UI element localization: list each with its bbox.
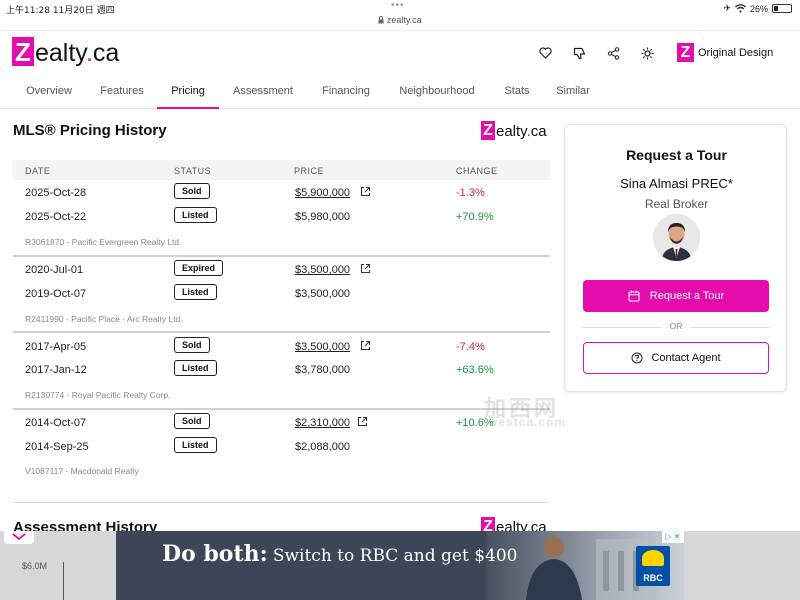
- tab-similar[interactable]: Similar: [547, 76, 599, 109]
- status-badge: Listed: [174, 284, 217, 300]
- ad-headline: Do both: Switch to RBC and get $400: [162, 541, 518, 567]
- table-row: 2017-Jan-12 Listed $3,780,000 +63.6%: [13, 360, 550, 382]
- watermark-url: westca.com: [488, 415, 567, 429]
- original-design-button[interactable]: Z Original Design: [677, 43, 773, 62]
- status-bar: 上午11:28 11月20日 週四 ••• zealty.ca ✈ 26%: [0, 0, 800, 30]
- table-row: 2014-Oct-07 Sold $2,310,000 +10.6%: [13, 413, 550, 435]
- wifi-icon: [735, 4, 746, 13]
- address-bar[interactable]: zealty.ca: [0, 15, 800, 25]
- share-icon[interactable]: [606, 46, 620, 60]
- status-badge: Sold: [174, 413, 210, 429]
- more-dots-icon[interactable]: •••: [391, 0, 405, 11]
- broker-note: R2130774 - Royal Pacific Realty Corp.: [25, 390, 171, 400]
- table-row: 2020-Jul-01 Expired $3,500,000: [13, 260, 550, 282]
- tour-card-title: Request a Tour: [626, 147, 727, 163]
- price-link[interactable]: $2,310,000: [295, 417, 350, 429]
- table-row: 2025-Oct-22 Listed $5,980,000 +70.9%: [13, 207, 550, 229]
- price-link[interactable]: $3,500,000: [295, 341, 350, 353]
- question-icon: [631, 352, 643, 364]
- col-change: CHANGE: [456, 166, 498, 176]
- pricing-history-title: MLS® Pricing History: [13, 122, 167, 139]
- airplane-icon: ✈: [723, 3, 731, 13]
- tab-financing[interactable]: Financing: [312, 76, 380, 109]
- assessment-axis-line: [63, 562, 64, 600]
- status-badge: Listed: [174, 360, 217, 376]
- lock-icon: [378, 16, 384, 24]
- status-badge: Sold: [174, 337, 210, 353]
- tab-assessment[interactable]: Assessment: [224, 76, 302, 109]
- zealty-logo[interactable]: Z ealty.ca: [12, 37, 119, 66]
- tab-neighbourhood[interactable]: Neighbourhood: [390, 76, 484, 109]
- col-status: STATUS: [174, 166, 212, 176]
- broker-note: V1087117 - Macdonald Realty: [25, 466, 139, 476]
- table-row: 2025-Oct-28 Sold $5,900,000 -1.3%: [13, 183, 550, 205]
- rbc-logo: RBC: [636, 546, 670, 586]
- site-header: Z ealty.ca Z Original Design: [0, 30, 800, 75]
- section-divider: [13, 502, 550, 503]
- chevron-down-icon[interactable]: [4, 531, 34, 544]
- external-link-icon[interactable]: [360, 263, 371, 274]
- agent-role: Real Broker: [644, 197, 709, 211]
- group-divider: [13, 255, 550, 257]
- group-divider: [13, 331, 550, 333]
- col-date: DATE: [25, 166, 51, 176]
- external-link-icon[interactable]: [360, 340, 371, 351]
- tab-overview[interactable]: Overview: [13, 76, 85, 109]
- status-badge: Expired: [174, 260, 224, 276]
- broker-note: R2411990 - Pacific Place - Arc Realty Lt…: [25, 314, 183, 324]
- status-badge: Listed: [174, 437, 217, 453]
- or-divider: OR: [583, 321, 769, 335]
- tab-stats[interactable]: Stats: [495, 76, 539, 109]
- broker-note: R3061870 - Pacific Evergreen Realty Ltd.: [25, 237, 182, 247]
- avatar: [653, 214, 700, 261]
- col-price: PRICE: [294, 166, 325, 176]
- brightness-icon[interactable]: [640, 46, 654, 60]
- section-nav: Overview Features Pricing Assessment Fin…: [0, 76, 800, 109]
- price-link[interactable]: $5,900,000: [295, 187, 350, 199]
- contact-agent-button[interactable]: Contact Agent: [583, 342, 769, 374]
- rbc-ad[interactable]: Do both: Switch to RBC and get $400 RBC: [116, 531, 684, 600]
- table-header: DATE STATUS PRICE CHANGE: [13, 160, 550, 180]
- table-row: 2014-Sep-25 Listed $2,088,000: [13, 437, 550, 459]
- external-link-icon[interactable]: [357, 416, 368, 427]
- request-tour-button[interactable]: Request a Tour: [583, 280, 769, 312]
- tour-card: Request a Tour Sina Almasi PREC* Real Br…: [564, 124, 787, 392]
- ad-info-icon[interactable]: ▷ ✕: [662, 531, 684, 543]
- thumbs-down-icon[interactable]: [572, 46, 586, 60]
- table-row: 2017-Apr-05 Sold $3,500,000 -7.4%: [13, 337, 550, 359]
- zealty-mini-logo: Z ealty.ca: [481, 121, 547, 140]
- tab-features[interactable]: Features: [90, 76, 154, 109]
- status-badge: Listed: [174, 207, 217, 223]
- status-badge: Sold: [174, 183, 210, 199]
- price-link[interactable]: $3,500,000: [295, 264, 350, 276]
- battery-icon: [772, 4, 792, 13]
- tab-pricing[interactable]: Pricing: [157, 76, 219, 109]
- heart-icon[interactable]: [538, 46, 552, 60]
- assessment-axis-label: $6.0M: [22, 561, 48, 571]
- agent-name: Sina Almasi PREC*: [620, 176, 733, 191]
- calendar-icon: [628, 290, 640, 302]
- external-link-icon[interactable]: [360, 186, 371, 197]
- address-url: zealty.ca: [386, 15, 422, 25]
- battery-percent: 26%: [749, 3, 768, 14]
- table-row: 2019-Oct-07 Listed $3,500,000: [13, 284, 550, 306]
- group-divider: [13, 408, 550, 410]
